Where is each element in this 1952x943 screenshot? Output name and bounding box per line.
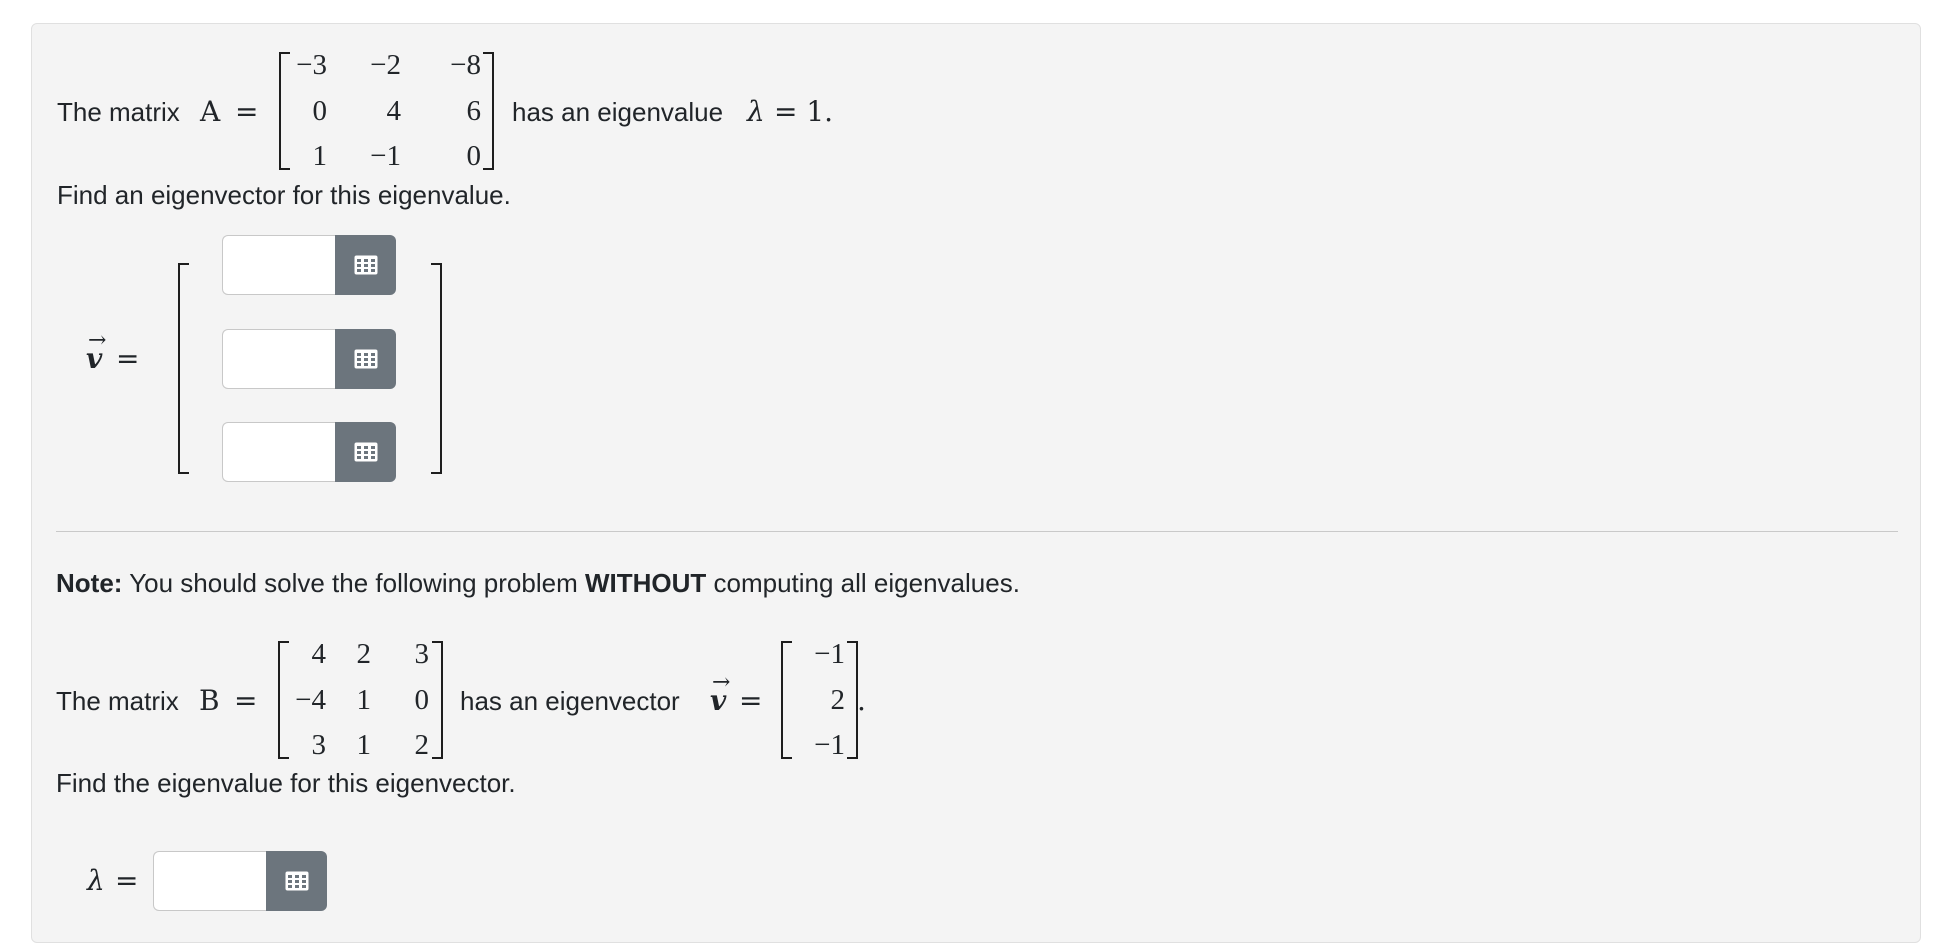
matrix-b-cell: 1 (356, 729, 372, 761)
matrix-b-cell: 3 (414, 638, 430, 670)
vector-entry: −1 (814, 729, 845, 761)
equation-editor-button[interactable] (266, 851, 327, 911)
eigenvalue-answer (153, 851, 327, 911)
matrix-b-cell: 2 (414, 729, 430, 761)
eigenvalue-input[interactable] (153, 851, 266, 911)
problem2-instruction: Find the eigenvalue for this eigenvector… (56, 768, 516, 798)
note: Note: You should solve the following pro… (56, 568, 1020, 598)
matrix-b-right-bracket (432, 641, 443, 759)
problem2-after-matrix: has an eigenvector (460, 686, 680, 716)
vector-arrow-icon: → (712, 670, 731, 695)
matrix-b-equals: = (234, 684, 258, 717)
matrix-b-cell: 0 (414, 684, 430, 716)
matrix-b-cell: 1 (356, 684, 372, 716)
vector-v-symbol: → v (710, 670, 731, 717)
vector-entry: −1 (814, 638, 845, 670)
matrix-b-name: B (199, 684, 220, 717)
vector-v-equals: = (739, 684, 763, 717)
matrix-b-cell: 2 (356, 638, 372, 670)
lambda-equals: = (115, 864, 139, 897)
vector-entry: 2 (830, 684, 846, 716)
matrix-b-cell: 3 (311, 729, 327, 761)
problem2-section: Note: You should solve the following pro… (31, 23, 1921, 920)
matrix-b-cell: −4 (295, 684, 326, 716)
lambda-symbol: λ (87, 864, 105, 897)
trailing-period: . (857, 684, 866, 717)
grid-icon (285, 871, 308, 891)
matrix-b-cell: 4 (311, 638, 327, 670)
problem2-intro: The matrix (56, 686, 179, 716)
